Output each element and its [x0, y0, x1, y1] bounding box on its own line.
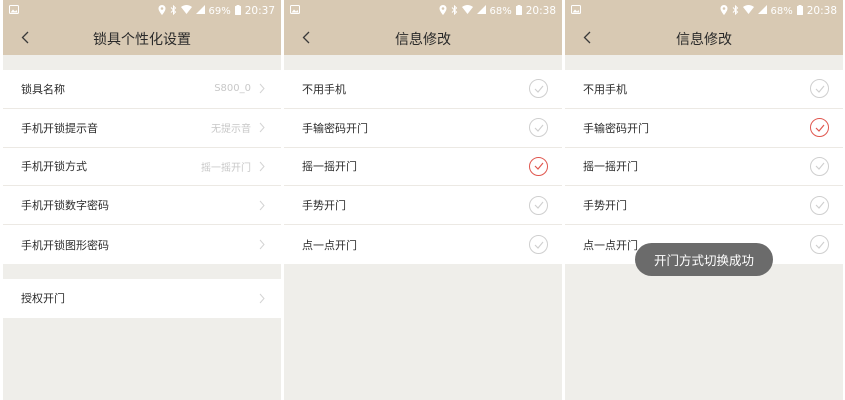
bluetooth-icon: [170, 4, 177, 18]
bluetooth-icon: [451, 4, 458, 18]
back-button[interactable]: [17, 30, 33, 46]
row-value: 摇一摇开门: [201, 162, 251, 174]
option-shake[interactable]: 摇一摇开门: [284, 148, 562, 187]
wifi-icon: [180, 5, 192, 17]
chevron-right-icon: [257, 199, 267, 211]
option-no-phone[interactable]: 不用手机: [284, 70, 562, 109]
wifi-icon: [742, 5, 754, 17]
row-unlock-sound[interactable]: 手机开锁提示音 无提示音: [3, 109, 281, 148]
bluetooth-icon: [732, 4, 739, 18]
check-selected-icon: [529, 156, 548, 176]
settings-list-2: 授权开门: [3, 278, 281, 318]
clock: 20:38: [806, 5, 837, 17]
row-label: 手机开锁数字密码: [21, 199, 109, 213]
screen-info-edit-toast: 68% 20:38 信息修改 不用手机 手输密码开门 摇一摇开门 手势开门 点一…: [565, 0, 843, 400]
row-value: 无提示音: [211, 124, 251, 136]
back-button[interactable]: [298, 30, 314, 46]
check-icon: [810, 156, 829, 176]
battery-percent: 68%: [489, 5, 512, 17]
clock: 20:38: [525, 5, 556, 17]
check-icon: [529, 235, 548, 255]
chevron-left-icon: [21, 29, 29, 48]
row-digit-password[interactable]: 手机开锁数字密码: [3, 186, 281, 226]
battery-percent: 69%: [208, 5, 231, 17]
battery-icon: [796, 4, 803, 18]
row-label: 手机开锁图形密码: [21, 238, 109, 252]
chevron-right-icon: [257, 160, 267, 172]
page-title: 锁具个性化设置: [93, 31, 191, 48]
option-label: 点一点开门: [302, 238, 357, 252]
nav-bar: 信息修改: [284, 22, 562, 55]
row-label: 授权开门: [21, 292, 65, 306]
toast-message: 开门方式切换成功: [635, 243, 773, 276]
signal-icon: [757, 5, 767, 17]
option-label: 手势开门: [302, 199, 346, 213]
option-list: 不用手机 手输密码开门 摇一摇开门 手势开门 点一点开门: [565, 70, 843, 264]
battery-percent: 68%: [770, 5, 793, 17]
option-label: 手输密码开门: [302, 121, 368, 135]
page-title: 信息修改: [395, 31, 451, 48]
option-label: 不用手机: [302, 82, 346, 96]
check-icon: [810, 235, 829, 255]
battery-icon: [515, 4, 522, 18]
option-label: 手输密码开门: [583, 121, 649, 135]
image-icon: [290, 5, 300, 17]
image-icon: [9, 5, 19, 17]
option-gesture[interactable]: 手势开门: [565, 186, 843, 226]
chevron-left-icon: [583, 29, 591, 48]
clock: 20:37: [244, 5, 275, 17]
chevron-right-icon: [257, 239, 267, 251]
check-icon: [810, 195, 829, 215]
signal-icon: [476, 5, 486, 17]
option-manual-password[interactable]: 手输密码开门: [284, 109, 562, 148]
status-bar: 68% 20:38: [284, 0, 562, 22]
location-icon: [439, 4, 447, 18]
option-label: 不用手机: [583, 82, 627, 96]
row-label: 锁具名称: [21, 82, 65, 96]
option-shake[interactable]: 摇一摇开门: [565, 148, 843, 187]
row-value: S800_0: [214, 83, 251, 95]
row-lock-name[interactable]: 锁具名称 S800_0: [3, 70, 281, 109]
row-pattern-password[interactable]: 手机开锁图形密码: [3, 225, 281, 264]
check-icon: [810, 79, 829, 99]
back-button[interactable]: [579, 30, 595, 46]
image-icon: [571, 5, 581, 17]
row-label: 手机开锁方式: [21, 160, 87, 174]
page-title: 信息修改: [676, 31, 732, 48]
screen-info-edit: 68% 20:38 信息修改 不用手机 手输密码开门 摇一摇开门 手势开门 点一…: [284, 0, 562, 400]
row-unlock-method[interactable]: 手机开锁方式 摇一摇开门: [3, 148, 281, 187]
nav-bar: 锁具个性化设置: [3, 22, 281, 55]
location-icon: [158, 4, 166, 18]
option-gesture[interactable]: 手势开门: [284, 186, 562, 226]
check-selected-icon: [810, 118, 829, 138]
status-bar: 69% 20:37: [3, 0, 281, 22]
signal-icon: [195, 5, 205, 17]
option-manual-password[interactable]: 手输密码开门: [565, 109, 843, 148]
battery-icon: [234, 4, 241, 18]
option-label: 手势开门: [583, 199, 627, 213]
option-label: 摇一摇开门: [583, 160, 638, 174]
check-icon: [529, 195, 548, 215]
row-label: 手机开锁提示音: [21, 121, 98, 135]
check-icon: [529, 118, 548, 138]
status-bar: 68% 20:38: [565, 0, 843, 22]
option-no-phone[interactable]: 不用手机: [565, 70, 843, 109]
option-tap[interactable]: 点一点开门: [284, 225, 562, 264]
row-authorize-open[interactable]: 授权开门: [3, 279, 281, 318]
check-icon: [529, 79, 548, 99]
location-icon: [720, 4, 728, 18]
chevron-right-icon: [257, 122, 267, 134]
nav-bar: 信息修改: [565, 22, 843, 55]
chevron-left-icon: [302, 29, 310, 48]
wifi-icon: [461, 5, 473, 17]
chevron-right-icon: [257, 292, 267, 304]
option-list: 不用手机 手输密码开门 摇一摇开门 手势开门 点一点开门: [284, 70, 562, 264]
option-label: 摇一摇开门: [302, 160, 357, 174]
screen-lock-settings: 69% 20:37 锁具个性化设置 锁具名称 S800_0 手机开锁提示音 无提…: [3, 0, 281, 400]
chevron-right-icon: [257, 83, 267, 95]
settings-list: 锁具名称 S800_0 手机开锁提示音 无提示音 手机开锁方式 摇一摇开门 手机…: [3, 70, 281, 264]
